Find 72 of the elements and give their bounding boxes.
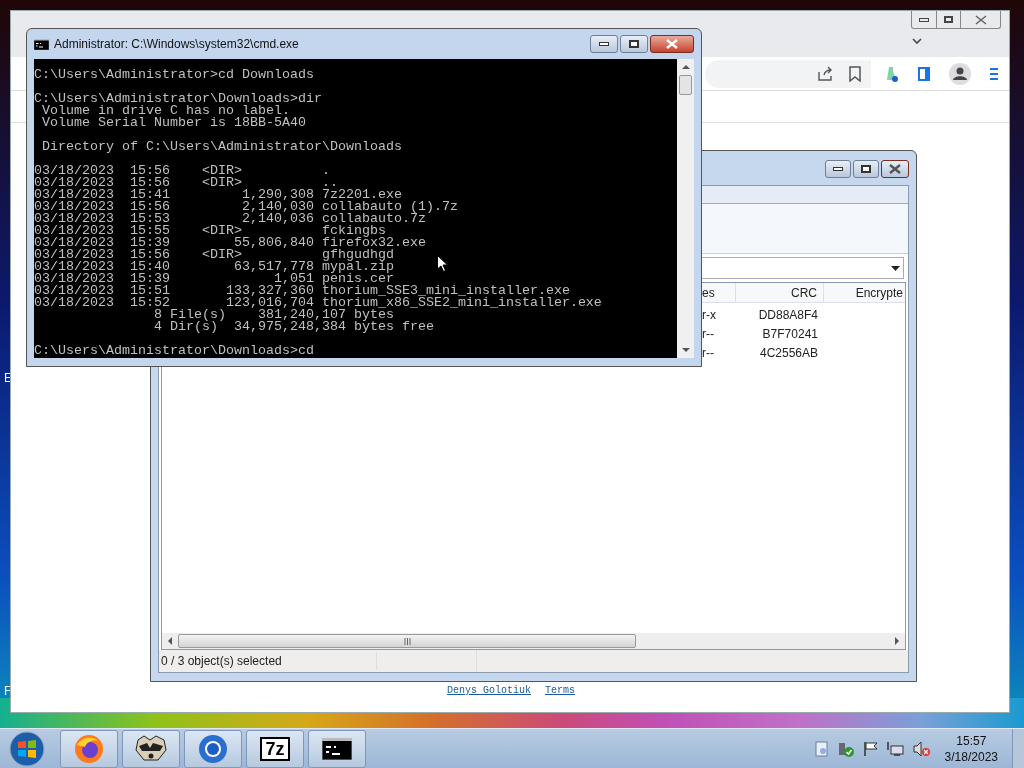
maximize-button[interactable] xyxy=(853,160,879,178)
dropdown-arrow-icon xyxy=(891,265,900,271)
maximize-button[interactable] xyxy=(620,35,648,53)
vertical-scrollbar[interactable] xyxy=(677,59,694,358)
flask-icon[interactable] xyxy=(885,65,899,82)
close-icon xyxy=(666,39,678,49)
console-line: 8 File(s) 381,240,107 bytes xyxy=(152,309,394,321)
table-cell-text: r-- xyxy=(702,344,715,362)
ring-icon xyxy=(197,732,229,765)
minimize-button[interactable] xyxy=(825,160,851,178)
browser-icon xyxy=(73,732,105,765)
terminal-icon xyxy=(322,737,352,760)
mouse-pointer-icon xyxy=(437,255,448,272)
flag-icon[interactable] xyxy=(862,740,879,757)
address-bar[interactable] xyxy=(705,59,871,88)
console-line: C:\Users\Administrator\Downloads>cd xyxy=(34,345,314,357)
console-line: 03/18/2023 15:53 2,140,036 collabauto.7z xyxy=(34,213,426,225)
console-line: Directory of C:\Users\Administrator\Downloads xyxy=(41,141,402,153)
window-title: Administrator: C:\Windows\system32\cmd.exe xyxy=(54,36,299,53)
network-icon[interactable] xyxy=(886,740,905,757)
scrollbar-thumb[interactable] xyxy=(178,634,636,648)
bookmark-icon[interactable] xyxy=(849,65,861,82)
table-cell-text: B7F70241 xyxy=(761,325,819,343)
table-cell-text: r-- xyxy=(702,325,715,343)
taskbar-button[interactable]: 7z xyxy=(246,729,304,768)
console-line: 03/18/2023 15:55 <DIR> fckingbs xyxy=(34,225,386,237)
column-header[interactable]: CRC xyxy=(736,283,824,302)
sidebar-icon[interactable] xyxy=(917,65,931,82)
console-line: 03/18/2023 15:56 <DIR> .. xyxy=(34,177,338,189)
clock[interactable]: 15:57 3/18/2023 xyxy=(944,732,998,765)
taskbar-button[interactable] xyxy=(122,729,180,768)
table-cell-text: 4C2556AB xyxy=(758,344,819,362)
close-icon xyxy=(889,164,901,174)
console-line: 03/18/2023 15:56 <DIR> . xyxy=(34,165,330,177)
share-icon[interactable] xyxy=(817,65,833,82)
shield-check-icon[interactable] xyxy=(836,740,855,757)
console-line: 03/18/2023 15:39 1,051 penis.cer xyxy=(34,273,394,285)
console-line: 03/18/2023 15:56 2,140,030 collabauto (1).7z xyxy=(34,201,458,213)
console-line: 03/18/2023 15:52 123,016,704 thorium_x86_SSE2_mini_installer.exe xyxy=(34,297,602,309)
chevron-down-icon xyxy=(912,38,922,44)
windows-logo-icon xyxy=(9,730,45,767)
console-line: Volume Serial Number is 18BB-5A40 xyxy=(41,117,306,129)
close-icon xyxy=(974,14,987,25)
scrollbar-thumb[interactable] xyxy=(679,75,692,95)
grip-icon xyxy=(403,637,411,645)
start-button[interactable] xyxy=(8,729,46,768)
console-line: C:\Users\Administrator>cd Downloads xyxy=(34,69,314,81)
taskbar-button[interactable] xyxy=(308,729,366,768)
console-line: Volume in drive C has no label. xyxy=(41,105,290,117)
console-line: 03/18/2023 15:39 55,806,840 firefox32.exe xyxy=(34,237,426,249)
console-line: 03/18/2023 15:51 133,327,360 thorium_SSE3_mini_installer.exe xyxy=(34,285,570,297)
footer-link[interactable]: Denys Golotiuk xyxy=(447,683,531,698)
close-button[interactable] xyxy=(881,160,909,178)
footer-link[interactable]: Terms xyxy=(545,683,576,698)
console-line: 03/18/2023 15:41 1,290,308 7z2201.exe xyxy=(34,189,402,201)
raccoon-icon xyxy=(134,733,168,764)
terminal-icon xyxy=(34,38,49,50)
console-line: 03/18/2023 15:56 <DIR> gfhgudhgd xyxy=(34,249,394,261)
archive-icon: 7z xyxy=(260,736,290,761)
console-line: 4 Dir(s) 34,975,248,384 bytes free xyxy=(152,321,434,333)
console-line: 03/18/2023 15:40 63,517,778 mypal.zip xyxy=(34,261,394,273)
close-button[interactable] xyxy=(650,35,694,53)
status-text: 0 / 3 object(s) selected xyxy=(159,652,377,670)
table-cell-text: DD88A8F4 xyxy=(757,306,819,324)
column-header[interactable]: Encrypte xyxy=(824,283,905,302)
minimize-button[interactable] xyxy=(590,35,618,53)
menu-icon[interactable] xyxy=(989,66,999,81)
speaker-muted-icon[interactable] xyxy=(912,740,931,757)
table-cell-text: r-x xyxy=(702,306,717,324)
avatar-icon[interactable] xyxy=(949,62,971,85)
horizontal-scrollbar[interactable] xyxy=(162,633,905,649)
console-line: C:\Users\Administrator\Downloads>dir xyxy=(34,93,322,105)
